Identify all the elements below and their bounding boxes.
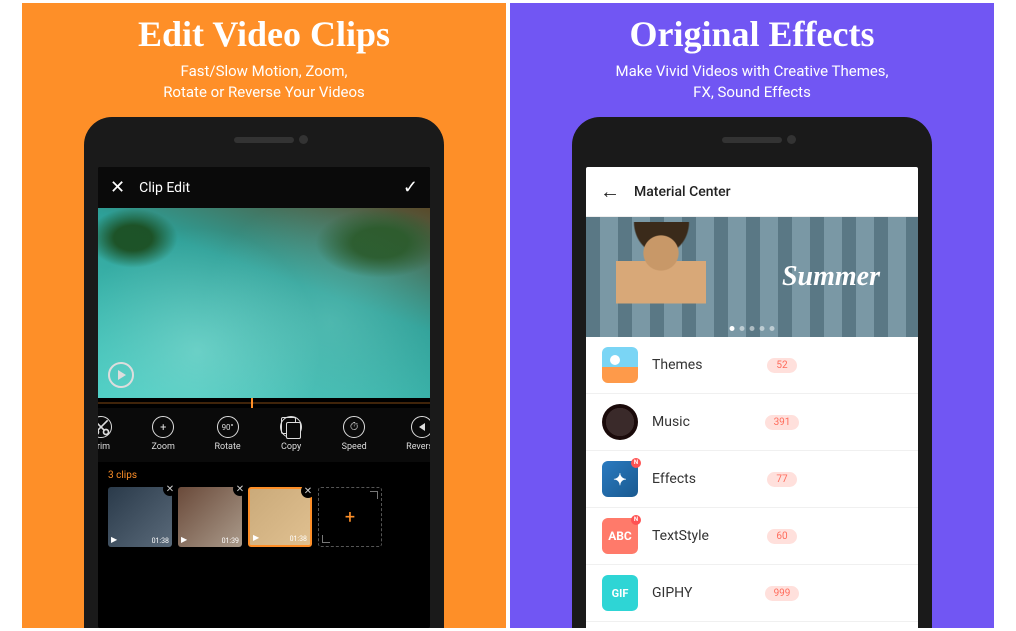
speed-icon: ⏱ xyxy=(343,416,365,438)
list-item-themes[interactable]: Themes 52 xyxy=(586,337,918,394)
list-item-stickers[interactable]: Stickers xyxy=(586,622,918,628)
rotate-tool[interactable]: 90° Rotate xyxy=(210,416,244,452)
clips-section: 3 clips ✕ ▶ 01:38 ✕ ▶ 01:39 ✕ ▶ xyxy=(98,462,430,555)
speed-tool[interactable]: ⏱ Speed xyxy=(338,416,371,452)
clips-count-label: 3 clips xyxy=(108,470,420,481)
delete-clip-icon[interactable]: ✕ xyxy=(301,484,315,498)
phone-frame-right: ← Material Center Summer Themes 52 xyxy=(572,117,932,628)
screen-title: Material Center xyxy=(634,184,731,200)
delete-clip-icon[interactable]: ✕ xyxy=(163,482,177,496)
count-badge: 999 xyxy=(765,586,800,601)
close-icon[interactable]: ✕ xyxy=(110,177,125,198)
copy-icon xyxy=(280,416,302,438)
panel-title: Original Effects xyxy=(630,13,875,55)
giphy-icon: GIF xyxy=(602,575,638,611)
clips-list: ✕ ▶ 01:38 ✕ ▶ 01:39 ✕ ▶ 01:38 xyxy=(108,487,420,547)
trim-tool[interactable]: Trim xyxy=(98,416,116,452)
count-badge: 77 xyxy=(767,472,796,487)
list-item-effects[interactable]: N Effects 77 xyxy=(586,451,918,508)
video-preview[interactable] xyxy=(98,208,430,398)
play-icon[interactable] xyxy=(108,362,134,388)
list-item-music[interactable]: Music 391 xyxy=(586,394,918,451)
phone-frame-left: ✕ Clip Edit ✓ Trim + xyxy=(84,117,444,628)
timeline-scrubber[interactable] xyxy=(98,402,430,404)
textstyle-icon: ABCN xyxy=(602,518,638,554)
banner-title: Summer xyxy=(782,261,880,293)
list-item-giphy[interactable]: GIF GIPHY 999 xyxy=(586,565,918,622)
delete-clip-icon[interactable]: ✕ xyxy=(233,482,247,496)
screen-title: Clip Edit xyxy=(139,180,190,196)
effects-icon: N xyxy=(602,461,638,497)
zoom-icon: + xyxy=(152,416,174,438)
themes-icon xyxy=(602,347,638,383)
panel-subtitle: Fast/Slow Motion, Zoom, Rotate or Revers… xyxy=(163,61,365,103)
zoom-tool[interactable]: + Zoom xyxy=(147,416,178,452)
original-effects-panel: Original Effects Make Vivid Videos with … xyxy=(510,3,994,628)
list-item-textstyle[interactable]: ABCN TextStyle 60 xyxy=(586,508,918,565)
count-badge: 52 xyxy=(767,358,796,373)
promo-banner[interactable]: Summer xyxy=(586,217,918,337)
toolbar: Trim + Zoom 90° Rotate Copy ⏱ Speed xyxy=(98,408,430,462)
clip-thumbnail[interactable]: ✕ ▶ 01:38 xyxy=(108,487,172,547)
clip-thumbnail-selected[interactable]: ✕ ▶ 01:38 xyxy=(248,487,312,547)
reverse-icon xyxy=(411,416,430,438)
panel-title: Edit Video Clips xyxy=(138,13,390,55)
rotate-icon: 90° xyxy=(217,416,239,438)
clip-play-icon: ▶ xyxy=(111,535,117,544)
material-list[interactable]: Themes 52 Music 391 N Effects 77 xyxy=(586,337,918,628)
count-badge: 60 xyxy=(767,529,796,544)
panel-subtitle: Make Vivid Videos with Creative Themes, … xyxy=(615,61,888,103)
scissors-icon xyxy=(98,416,112,438)
new-badge: N xyxy=(631,458,641,468)
back-icon[interactable]: ← xyxy=(600,179,620,204)
clip-thumbnail[interactable]: ✕ ▶ 01:39 xyxy=(178,487,242,547)
confirm-icon[interactable]: ✓ xyxy=(403,177,418,198)
count-badge: 391 xyxy=(765,415,800,430)
music-icon xyxy=(602,404,638,440)
add-clip-button[interactable]: + xyxy=(318,487,382,547)
clip-edit-topbar: ✕ Clip Edit ✓ xyxy=(98,167,430,208)
carousel-dots[interactable] xyxy=(730,326,775,331)
edit-video-panel: Edit Video Clips Fast/Slow Motion, Zoom,… xyxy=(22,3,506,628)
copy-tool[interactable]: Copy xyxy=(276,416,306,452)
reverse-tool[interactable]: Reverse xyxy=(402,416,430,452)
material-center-topbar: ← Material Center xyxy=(586,167,918,217)
clip-play-icon: ▶ xyxy=(253,533,259,542)
material-center-screen: ← Material Center Summer Themes 52 xyxy=(586,167,918,628)
clip-edit-screen: ✕ Clip Edit ✓ Trim + xyxy=(98,167,430,628)
new-badge: N xyxy=(631,515,641,525)
clip-play-icon: ▶ xyxy=(181,535,187,544)
